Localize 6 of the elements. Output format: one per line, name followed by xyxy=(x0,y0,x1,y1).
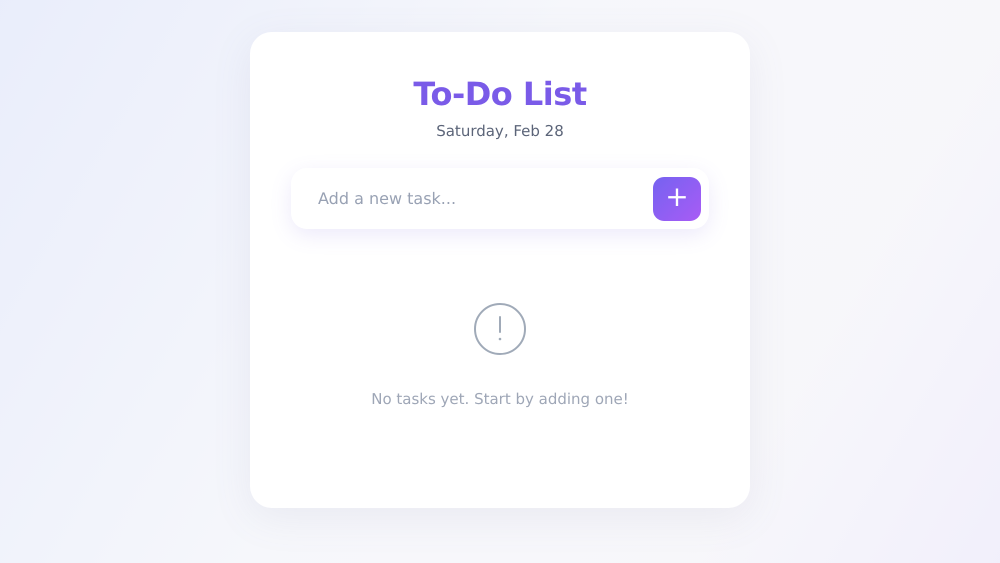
empty-message: No tasks yet. Start by adding one! xyxy=(371,390,629,408)
exclamation-circle-icon xyxy=(473,302,527,356)
app-title: To-Do List xyxy=(413,74,587,114)
date-label: Saturday, Feb 28 xyxy=(436,122,564,140)
task-input-field[interactable]: Add a new task... + xyxy=(291,168,709,229)
add-button[interactable]: + xyxy=(653,176,701,220)
